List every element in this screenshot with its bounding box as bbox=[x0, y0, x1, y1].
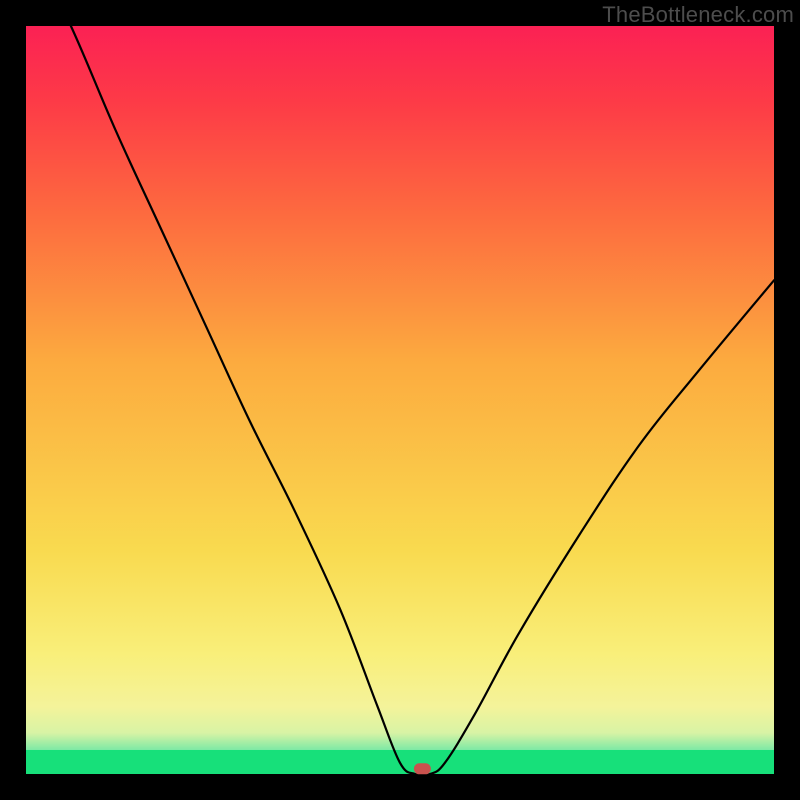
watermark-text: TheBottleneck.com bbox=[602, 2, 794, 28]
curve-svg bbox=[26, 26, 774, 774]
plot-area bbox=[26, 26, 774, 774]
chart-stage: TheBottleneck.com bbox=[0, 0, 800, 800]
optimum-marker bbox=[414, 764, 430, 774]
bottleneck-curve bbox=[26, 0, 774, 775]
